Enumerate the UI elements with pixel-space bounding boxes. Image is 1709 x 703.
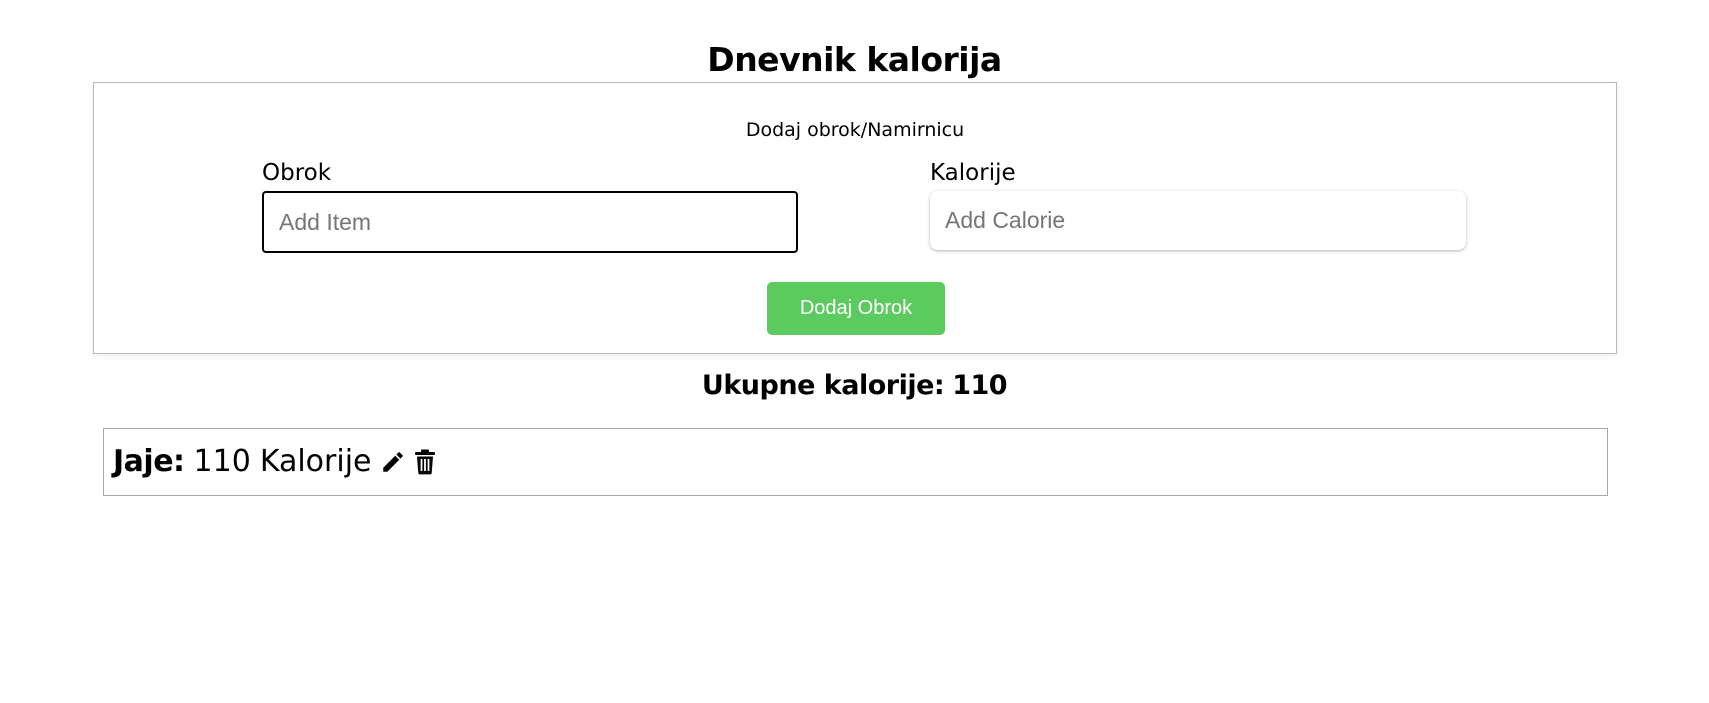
page-title: Dnevnik kalorija — [707, 40, 1002, 80]
meal-list: Jaje: 110 Kalorije — [103, 428, 1608, 496]
item-input[interactable] — [262, 191, 798, 253]
calorie-label: Kalorije — [930, 160, 1016, 186]
total-calories-value: 110 — [952, 370, 1008, 401]
meal-name: Jaje: — [113, 444, 185, 479]
total-calories: Ukupne kalorije: 110 — [0, 368, 1709, 404]
pencil-icon[interactable] — [380, 449, 406, 475]
total-calories-label: Ukupne kalorije: — [701, 370, 945, 401]
item-label: Obrok — [262, 160, 332, 186]
list-item: Jaje: 110 Kalorije — [103, 428, 1608, 496]
form-heading: Dodaj obrok/Namirnicu — [745, 119, 965, 141]
add-meal-button[interactable]: Dodaj Obrok — [767, 282, 945, 335]
add-meal-form: Dodaj obrok/Namirnicu Obrok Kalorije Dod… — [93, 82, 1617, 354]
meal-calories-unit: Kalorije — [259, 444, 372, 479]
trash-icon[interactable] — [414, 449, 436, 475]
calorie-input[interactable] — [930, 191, 1466, 250]
meal-calories: 110 — [193, 444, 251, 479]
